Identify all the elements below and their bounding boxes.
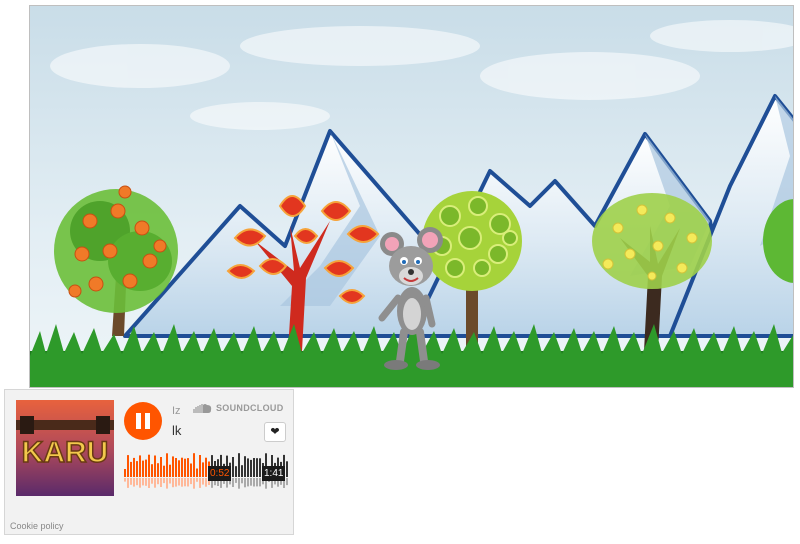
artwork-image: KARU: [16, 400, 114, 496]
waveform-bar: [124, 469, 126, 477]
waveform-bar: [253, 458, 255, 477]
waveform-bar: [247, 458, 249, 477]
waveform-reflection: [256, 478, 258, 487]
soundcloud-brand-label: SOUNDCLOUD: [216, 403, 284, 413]
waveform-reflection: [253, 478, 255, 487]
waveform-reflection: [199, 478, 201, 488]
elapsed-time: 0:52: [208, 466, 232, 481]
waveform-reflection: [169, 478, 171, 484]
waveform-bar: [145, 459, 147, 477]
waveform-reflection: [154, 478, 156, 488]
game-scene: [30, 6, 793, 387]
waveform-reflection: [286, 478, 288, 486]
waveform-bar: [169, 464, 171, 477]
waveform-bar: [238, 453, 240, 477]
waveform-bar: [148, 454, 150, 477]
waveform-bar: [142, 460, 144, 477]
pause-icon-bar: [145, 413, 150, 429]
waveform-reflection: [238, 478, 240, 489]
soundcloud-cloud-icon: [193, 404, 212, 413]
like-button[interactable]: ❤: [264, 422, 286, 442]
waveform-bar: [190, 463, 192, 477]
waveform-reflection: [145, 478, 147, 486]
waveform-bar: [241, 465, 243, 477]
waveform-reflection: [130, 478, 132, 485]
waveform-reflection: [244, 478, 246, 488]
waveform-reflection: [172, 478, 174, 488]
waveform-reflection: [259, 478, 261, 487]
waveform-bar: [235, 466, 237, 477]
soundcloud-logo[interactable]: SOUNDCLOUD: [192, 403, 284, 413]
waveform-reflection: [205, 478, 207, 487]
waveform-reflection: [178, 478, 180, 486]
waveform-reflection: [247, 478, 249, 487]
waveform-reflection: [250, 478, 252, 486]
waveform-bar: [163, 465, 165, 477]
waveform-bar: [286, 461, 288, 477]
pause-icon: [136, 413, 141, 429]
waveform-reflection: [139, 478, 141, 488]
waveform-reflection: [142, 478, 144, 486]
waveform-bar: [130, 461, 132, 477]
artwork-text: KARU: [22, 436, 109, 469]
waveform-bar: [136, 461, 138, 477]
waveform-bar: [154, 455, 156, 477]
waveform-reflection: [175, 478, 177, 487]
waveform-bar: [244, 456, 246, 477]
waveform-reflection: [241, 478, 243, 484]
waveform-reflection: [190, 478, 192, 485]
waveform-reflection: [133, 478, 135, 487]
waveform-reflection: [151, 478, 153, 484]
game-canvas[interactable]: [29, 5, 794, 388]
track-artwork[interactable]: KARU: [16, 400, 114, 496]
waveform-bar: [181, 457, 183, 477]
waveform-reflection: [166, 478, 168, 489]
waveform-reflection: [160, 478, 162, 487]
waveform-reflection: [184, 478, 186, 487]
waveform-bar: [178, 460, 180, 477]
track-title[interactable]: lk: [172, 423, 181, 438]
waveform-bar: [160, 457, 162, 477]
waveform-bar: [139, 455, 141, 477]
waveform-bar: [175, 458, 177, 477]
waveform-bar: [205, 457, 207, 477]
waveform-bar: [193, 453, 195, 477]
waveform-bar: [256, 458, 258, 477]
waveform-bar: [202, 462, 204, 477]
waveform-bar: [259, 458, 261, 477]
waveform-bar: [199, 455, 201, 477]
waveform-reflection: [124, 478, 126, 482]
waveform-bar: [232, 457, 234, 477]
cookie-policy-link[interactable]: Cookie policy: [10, 521, 64, 531]
waveform-reflection: [136, 478, 138, 486]
waveform-reflection: [157, 478, 159, 485]
waveform-reflection: [148, 478, 150, 488]
pause-button[interactable]: [124, 402, 162, 440]
waveform-bar: [151, 464, 153, 477]
waveform-bar: [133, 457, 135, 477]
track-artist[interactable]: Iz: [172, 405, 181, 417]
waveform-reflection: [196, 478, 198, 482]
waveform-bar: [157, 463, 159, 477]
waveform-reflection: [235, 478, 237, 483]
waveform-reflection: [181, 478, 183, 487]
waveform-reflection: [232, 478, 234, 487]
waveform-bar: [172, 456, 174, 477]
waveform-reflection: [187, 478, 189, 487]
waveform-reflection: [163, 478, 165, 484]
waveform-bar: [196, 468, 198, 477]
heart-icon: ❤: [270, 426, 280, 438]
waveform-bar: [184, 458, 186, 477]
waveform-bar: [166, 453, 168, 477]
waveform-reflection: [202, 478, 204, 485]
waveform-bar: [250, 459, 252, 477]
waveform-bar: [187, 458, 189, 477]
waveform-reflection: [127, 478, 129, 488]
waveform-bar: [127, 455, 129, 477]
track-duration: 1:41: [262, 466, 286, 481]
waveform-reflection: [193, 478, 195, 489]
